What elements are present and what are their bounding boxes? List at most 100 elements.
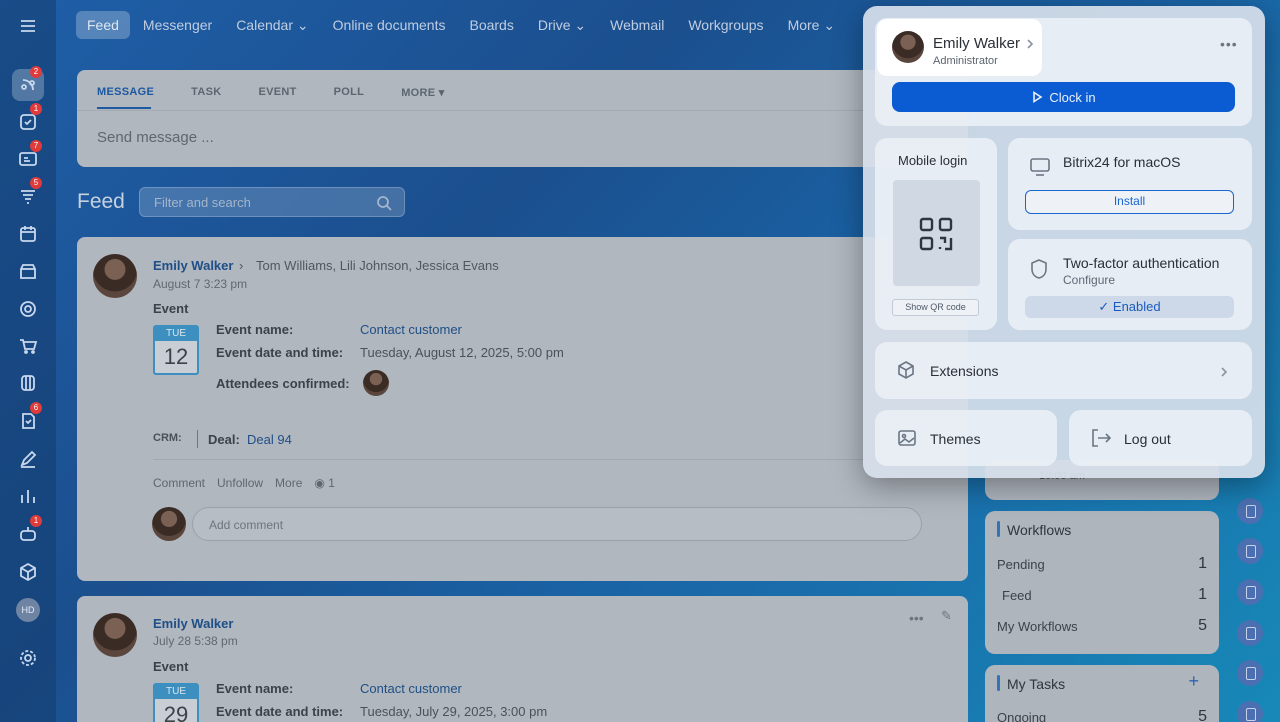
nav-calendar-label: Calendar: [236, 17, 294, 33]
divider: [77, 110, 968, 111]
clock-in-button[interactable]: Clock in: [892, 82, 1235, 112]
post-author[interactable]: Emily Walker: [153, 616, 233, 631]
post-recipients[interactable]: Tom Williams, Lili Johnson, Jessica Evan…: [256, 258, 499, 273]
calendar-date-icon: TUE 29: [153, 683, 199, 722]
nav-more[interactable]: More ⌄: [777, 11, 847, 39]
two-factor-enabled-button[interactable]: ✓ Enabled: [1025, 296, 1234, 318]
workflow-row-feed[interactable]: Feed 1: [1002, 586, 1207, 603]
nav-workgroups[interactable]: Workgroups: [677, 11, 774, 39]
row-count: 1: [1198, 555, 1207, 572]
nav-drive[interactable]: Drive ⌄: [527, 11, 597, 39]
active-tab-indicator: [97, 107, 151, 109]
tab-more[interactable]: MORE ▾: [401, 86, 444, 99]
pin-icon[interactable]: ✎: [941, 608, 952, 624]
tab-message[interactable]: MESSAGE: [97, 86, 154, 99]
left-sidebar: 2 1 7 5 6 1 HD: [0, 0, 56, 722]
add-task-button[interactable]: +: [1188, 671, 1199, 692]
filter-sidebar-icon[interactable]: 5: [12, 177, 44, 212]
divider: [153, 459, 968, 460]
tab-task[interactable]: TASK: [191, 86, 221, 99]
docs-badge: 6: [30, 402, 42, 414]
logout-label: Log out: [1124, 431, 1171, 447]
crm-label: CRM:: [153, 432, 182, 444]
post-author[interactable]: Emily Walker: [153, 258, 233, 273]
logout-icon: [1090, 428, 1112, 453]
workflows-title[interactable]: Workflows: [1007, 522, 1071, 538]
profile-popup: Emily Walker Administrator ••• Clock in …: [863, 6, 1265, 478]
avatar: [152, 507, 186, 541]
docs-sidebar-icon[interactable]: 6: [12, 402, 44, 437]
sign-sidebar-icon[interactable]: [12, 443, 44, 475]
contact-center-icon[interactable]: [1237, 660, 1263, 686]
contact-center-icon[interactable]: [1237, 701, 1263, 722]
tab-event[interactable]: EVENT: [258, 86, 296, 99]
tasks-widget: My Tasks + Ongoing 5: [985, 665, 1219, 722]
message-input[interactable]: Send message ...: [97, 129, 214, 146]
helpdesk-avatar[interactable]: HD: [16, 598, 40, 622]
post-date[interactable]: July 28 5:38 pm: [153, 634, 238, 648]
more-link[interactable]: More: [275, 476, 302, 490]
menu-icon[interactable]: [12, 10, 44, 42]
target-sidebar-icon[interactable]: [12, 293, 44, 325]
views-counter: ◉ 1: [314, 476, 335, 490]
contact-center-icon[interactable]: [1237, 498, 1263, 524]
crm-sidebar-icon[interactable]: 7: [12, 140, 44, 175]
more-icon[interactable]: •••: [909, 610, 924, 626]
event-name-link[interactable]: Contact customer: [360, 681, 462, 696]
post-date[interactable]: August 7 3:23 pm: [153, 277, 247, 291]
views-count: 1: [328, 476, 335, 490]
feed-post: Emily Walker July 28 5:38 pm Event ••• ✎…: [77, 596, 968, 722]
contact-center-icon[interactable]: [1237, 579, 1263, 605]
add-comment-input[interactable]: Add comment: [192, 507, 922, 541]
tasks-sidebar-icon[interactable]: 1: [12, 103, 44, 138]
bot-sidebar-icon[interactable]: 1: [12, 515, 44, 550]
unfollow-link[interactable]: Unfollow: [217, 476, 263, 490]
nav-boards[interactable]: Boards: [458, 11, 524, 39]
workflow-row-my-workflows[interactable]: My Workflows 5: [997, 617, 1207, 634]
more-options-icon[interactable]: •••: [1220, 36, 1238, 52]
contact-center-icon[interactable]: [1237, 538, 1263, 564]
settings-sidebar-icon[interactable]: [12, 642, 44, 674]
workflow-row-pending[interactable]: Pending 1: [997, 555, 1207, 572]
store-sidebar-icon[interactable]: [12, 255, 44, 287]
show-qr-code-button[interactable]: Show QR code: [892, 299, 979, 316]
feed-sidebar-icon[interactable]: 2: [12, 66, 44, 101]
widget-accent: [997, 521, 1000, 537]
nav-messenger[interactable]: Messenger: [132, 11, 223, 39]
mac-app-title: Bitrix24 for macOS: [1063, 154, 1181, 170]
task-row-ongoing[interactable]: Ongoing 5: [997, 708, 1207, 722]
calendar-day: 29: [163, 702, 189, 722]
user-card[interactable]: Emily Walker Administrator: [877, 19, 1042, 76]
nav-feed[interactable]: Feed: [76, 11, 130, 39]
market-sidebar-icon[interactable]: [12, 556, 44, 588]
qr-code-placeholder: [893, 180, 980, 286]
tab-poll[interactable]: POLL: [334, 86, 365, 99]
calendar-sidebar-icon[interactable]: [12, 218, 44, 250]
nav-more-label: More: [787, 17, 820, 33]
tab-more-label: MORE: [401, 87, 436, 99]
row-label: Feed: [1002, 588, 1032, 603]
sites-sidebar-icon[interactable]: [12, 367, 44, 399]
configure-link[interactable]: Configure: [1063, 273, 1115, 287]
chevron-right-icon: [1024, 37, 1036, 49]
avatar[interactable]: [93, 613, 137, 657]
nav-calendar[interactable]: Calendar ⌄: [225, 11, 319, 39]
avatar[interactable]: [93, 254, 137, 298]
deal-link[interactable]: Deal 94: [247, 432, 292, 447]
contact-center-icon[interactable]: [1237, 620, 1263, 646]
add-comment-placeholder: Add comment: [209, 518, 284, 532]
search-input[interactable]: Filter and search: [139, 187, 405, 217]
install-button[interactable]: Install: [1025, 190, 1234, 214]
row-label: My Workflows: [997, 619, 1078, 634]
nav-webmail[interactable]: Webmail: [599, 11, 675, 39]
row-label: Pending: [997, 557, 1045, 572]
analytics-sidebar-icon[interactable]: [12, 480, 44, 512]
nav-online-documents[interactable]: Online documents: [322, 11, 457, 39]
event-name-link[interactable]: Contact customer: [360, 322, 462, 337]
tasks-title[interactable]: My Tasks: [1007, 676, 1065, 692]
image-icon: [897, 428, 917, 453]
attendee-avatar[interactable]: [363, 370, 389, 396]
widget-accent: [997, 675, 1000, 691]
comment-link[interactable]: Comment: [153, 476, 205, 490]
cart-sidebar-icon[interactable]: [12, 330, 44, 362]
